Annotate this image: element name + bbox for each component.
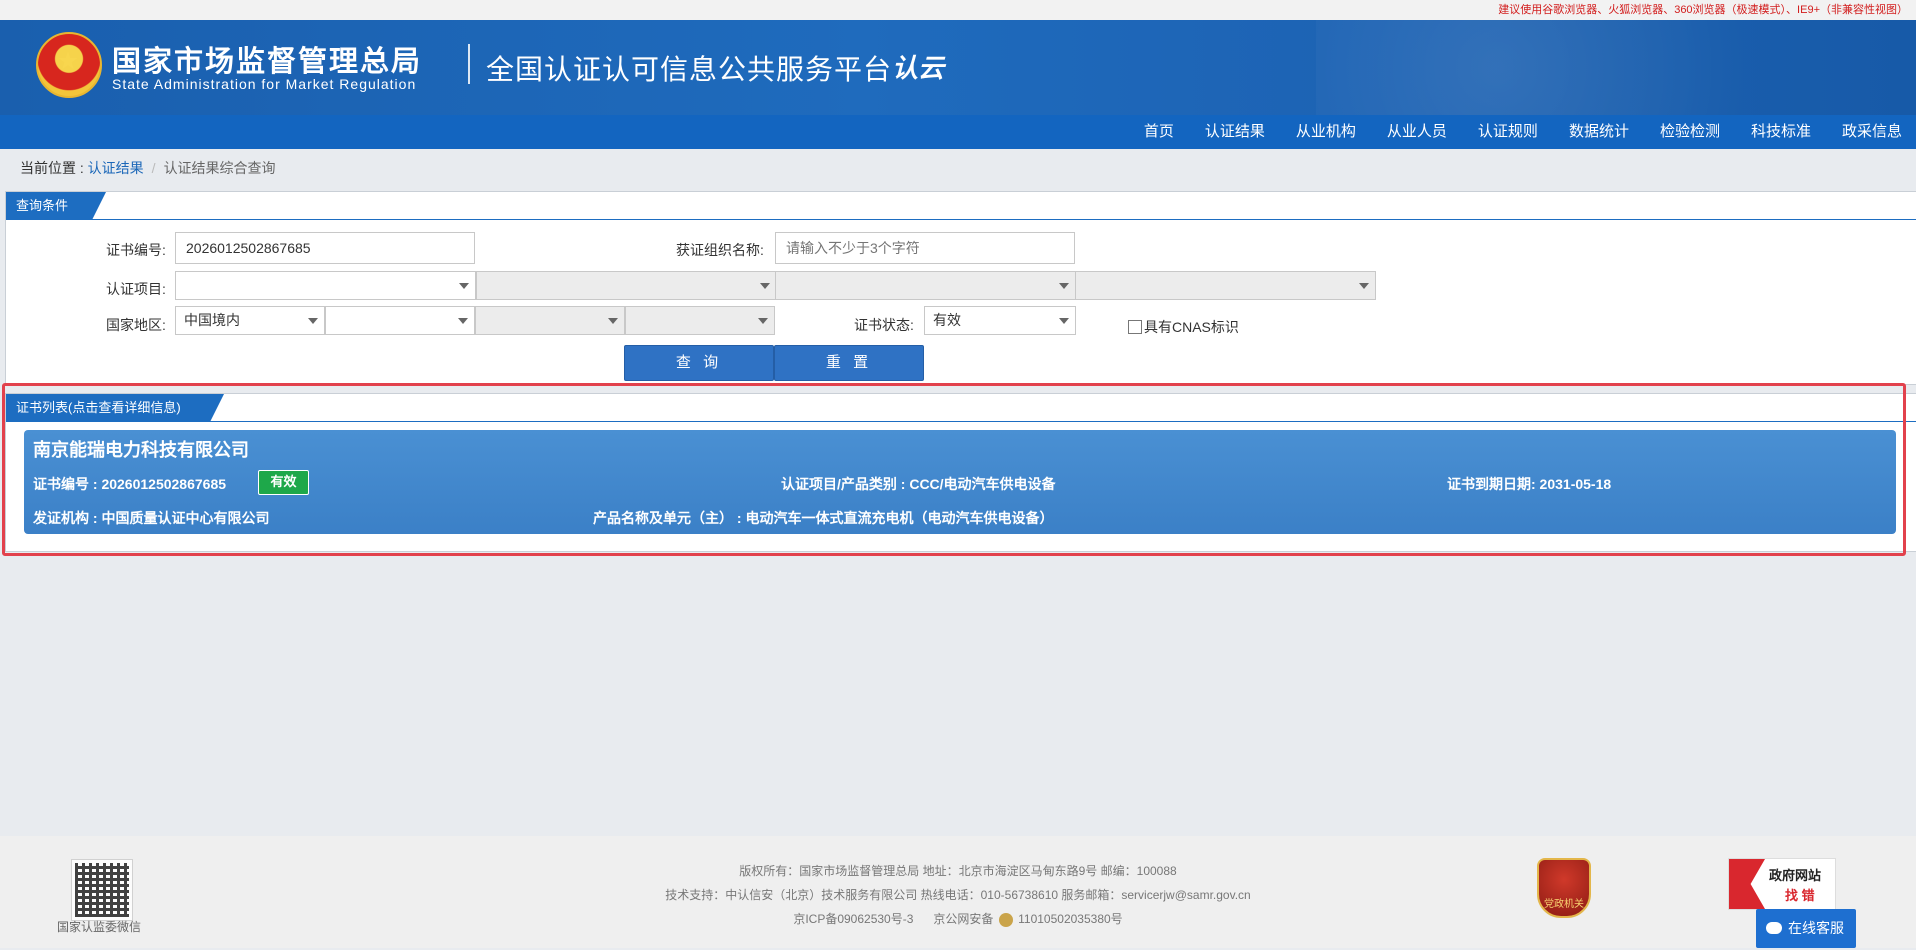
chevron-down-icon [1359,283,1369,289]
nav-procurement[interactable]: 政采信息 [1842,115,1902,149]
nav-cert-results[interactable]: 认证结果 [1205,115,1265,149]
breadcrumb: 当前位置 : 认证结果 / 认证结果综合查询 [20,158,276,178]
error-flag-icon [1729,859,1765,909]
cert-expiry: 证书到期日期: 2031-05-18 [1447,476,1612,492]
checkbox-icon[interactable] [1128,320,1142,334]
results-panel-tab: 证书列表(点击查看详细信息) [6,394,224,422]
project-select-3[interactable] [775,271,1076,300]
site-footer: 国家认监委微信 版权所有：国家市场监督管理总局 地址：北京市海淀区马甸东路9号 … [0,836,1916,948]
nav-standards[interactable]: 科技标准 [1751,115,1811,149]
status-badge: 有效 [258,470,309,495]
org-name-cn: 国家市场监督管理总局 [112,46,423,78]
region-select-city[interactable] [475,306,625,335]
status-select[interactable]: 有效 [924,306,1076,335]
cert-no-label: 证书编号: [106,242,166,258]
nav-home[interactable]: 首页 [1144,115,1174,149]
chevron-down-icon [308,318,318,324]
region-label: 国家地区: [106,317,166,333]
query-panel-tab: 查询条件 [6,192,106,220]
nav-inspection[interactable]: 检验检测 [1660,115,1720,149]
chevron-down-icon [459,283,469,289]
chat-icon [1766,922,1782,935]
footer-support: 技术支持：中认信安（北京）技术服务有限公司 热线电话：010-56738610 … [665,888,1251,902]
status-select-value: 有效 [933,312,961,328]
police-record-number[interactable]: 11010502035380号 [1018,912,1123,926]
cert-project: 认证项目/产品类别 : CCC/电动汽车供电设备 [781,476,1056,492]
region-select-value: 中国境内 [184,312,240,328]
query-panel: 查询条件 证书编号: 获证组织名称: 认证项目: 国家地区: 中国境内 证书状态… [5,191,1916,385]
site-header: 国家市场监督管理总局 State Administration for Mark… [0,20,1916,115]
cert-product: 产品名称及单元（主） : 电动汽车一体式直流充电机（电动汽车供电设备） [593,510,1054,526]
breadcrumb-link-cert-results[interactable]: 认证结果 [88,160,144,176]
header-divider [468,44,470,84]
results-panel: 证书列表(点击查看详细信息) 南京能瑞电力科技有限公司 证书编号 : 20260… [5,393,1916,552]
company-name: 南京能瑞电力科技有限公司 [33,440,249,460]
breadcrumb-label: 当前位置 : [20,160,88,176]
org-name-label: 获证组织名称: [676,242,764,258]
gov-err-label-2: 找 错 [1785,888,1815,903]
nav-rules[interactable]: 认证规则 [1478,115,1538,149]
cnas-checkbox[interactable]: 具有CNAS标识 [1128,317,1239,337]
search-button[interactable]: 查 询 [624,345,774,381]
gov-site-error-report[interactable]: 政府网站 找 错 [1728,858,1836,910]
national-emblem-icon [36,32,102,98]
project-label: 认证项目: [106,281,166,297]
chevron-down-icon [1059,318,1069,324]
chevron-down-icon [1059,283,1069,289]
panel-divider [6,421,1916,422]
nav-personnel[interactable]: 从业人员 [1387,115,1447,149]
browser-recommendation: 建议使用谷歌浏览器、火狐浏览器、360浏览器（极速模式）、IE9+（非兼容性视图… [0,0,1916,20]
platform-title: 全国认证认可信息公共服务平台 [486,54,893,85]
nav-institutions[interactable]: 从业机构 [1296,115,1356,149]
icp-link[interactable]: 京ICP备09062530号-3 [793,912,913,926]
chevron-down-icon [458,318,468,324]
footer-filing: 京ICP备09062530号-3 京公网安备 11010502035380号 [0,910,1916,927]
chevron-down-icon [760,283,770,289]
certificate-card[interactable]: 南京能瑞电力科技有限公司 证书编号 : 2026012502867685 有效 … [24,430,1896,534]
region-select-district[interactable] [625,306,775,335]
breadcrumb-current: 认证结果综合查询 [163,160,276,176]
cnas-checkbox-label: 具有CNAS标识 [1144,319,1239,335]
panel-divider [6,219,1916,220]
nav-statistics[interactable]: 数据统计 [1569,115,1629,149]
breadcrumb-separator: / [151,160,156,176]
party-gov-seal-icon[interactable]: 党政机关 [1537,858,1591,918]
region-select-country[interactable]: 中国境内 [175,306,325,335]
project-select-2[interactable] [476,271,777,300]
cert-number: 证书编号 : 2026012502867685 [33,476,227,492]
chevron-down-icon [758,318,768,324]
org-name-en: State Administration for Market Regulati… [112,76,417,92]
cert-issuer: 发证机构 : 中国质量认证中心有限公司 [33,510,270,526]
police-badge-icon [998,912,1013,927]
status-label: 证书状态: [854,317,914,333]
org-name-input[interactable] [775,232,1075,264]
reset-button[interactable]: 重 置 [774,345,924,381]
gov-err-label-1: 政府网站 [1769,868,1822,883]
project-select-4[interactable] [1075,271,1376,300]
renyun-logo: 认云 [892,53,945,83]
main-nav: 首页 认证结果 从业机构 从业人员 认证规则 数据统计 检验检测 科技标准 政采… [0,115,1916,149]
seal-label: 党政机关 [1544,899,1584,910]
online-service-button[interactable]: 在线客服 [1756,909,1856,948]
police-record-label[interactable]: 京公网安备 [933,912,993,926]
project-select-1[interactable] [175,271,476,300]
cert-no-input[interactable] [175,232,475,264]
footer-copyright: 版权所有：国家市场监督管理总局 地址：北京市海淀区马甸东路9号 邮编：10008… [739,864,1177,878]
chevron-down-icon [608,318,618,324]
region-select-province[interactable] [325,306,475,335]
online-service-label: 在线客服 [1788,920,1844,936]
